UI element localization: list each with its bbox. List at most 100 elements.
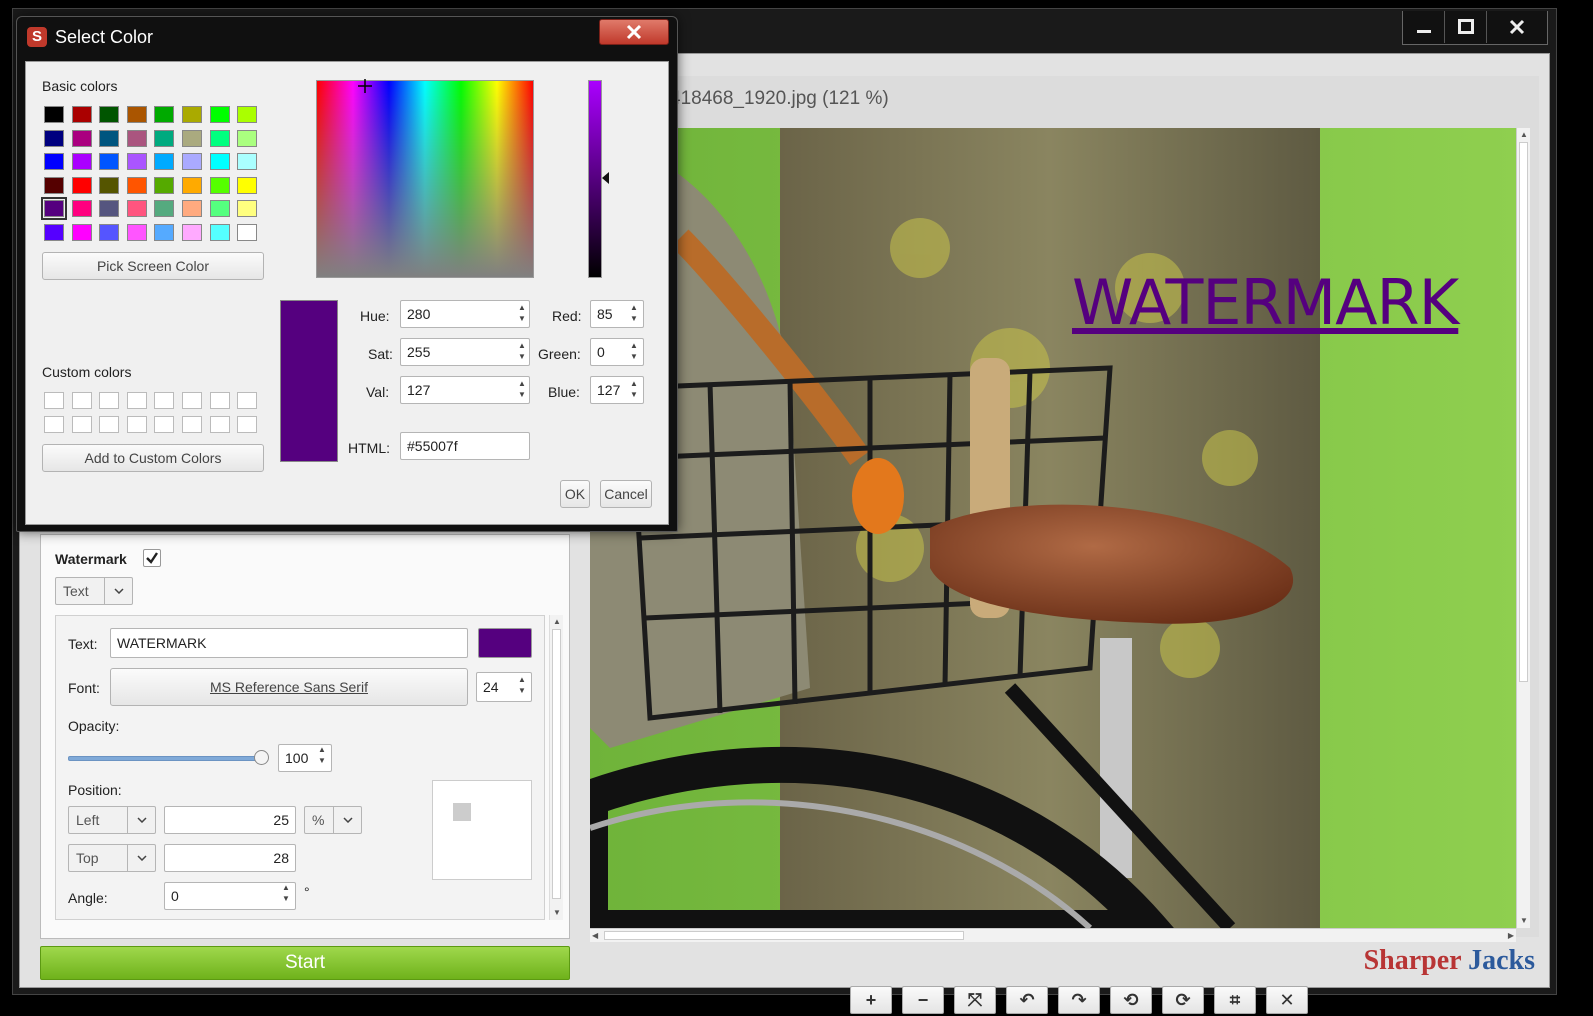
basic-color-swatch[interactable] [209, 176, 230, 194]
opacity-spinner[interactable]: ▲ ▼ [316, 744, 328, 766]
close-window-button[interactable] [1487, 11, 1547, 43]
basic-color-swatch[interactable] [182, 129, 202, 147]
custom-color-slot[interactable] [154, 416, 175, 433]
basic-color-swatch[interactable] [237, 153, 258, 171]
horizontal-scroll-thumb[interactable] [604, 931, 964, 940]
vertical-scroll-thumb[interactable] [1519, 142, 1528, 682]
basic-color-swatch[interactable] [44, 153, 64, 171]
basic-color-swatch[interactable] [126, 176, 147, 194]
minimize-button[interactable] [1403, 11, 1445, 43]
sat-spinner[interactable]: ▲ ▼ [516, 340, 528, 362]
scroll-down-icon[interactable]: ▼ [1520, 916, 1528, 926]
scroll-right-icon[interactable]: ▶ [1508, 931, 1514, 941]
basic-color-swatch[interactable] [41, 197, 67, 221]
basic-color-swatch[interactable] [237, 176, 258, 194]
basic-color-swatch[interactable] [154, 129, 175, 147]
value-pointer-icon[interactable] [602, 172, 610, 184]
zoom-out-button[interactable]: − [902, 986, 944, 1014]
custom-color-slot[interactable] [182, 392, 202, 409]
basic-color-swatch[interactable] [154, 200, 175, 218]
basic-color-swatch[interactable] [44, 129, 64, 147]
basic-color-swatch[interactable] [99, 224, 120, 241]
opacity-slider-track[interactable] [68, 756, 266, 761]
basic-color-swatch[interactable] [182, 106, 202, 123]
basic-color-swatch[interactable] [237, 224, 258, 241]
basic-color-swatch[interactable] [99, 176, 120, 194]
basic-color-swatch[interactable] [209, 153, 230, 171]
undo-button[interactable]: ↶ [1006, 986, 1048, 1014]
panel-scrollbar[interactable]: ▲ ▼ [549, 615, 563, 920]
scroll-up-icon[interactable]: ▲ [1520, 130, 1528, 140]
dialog-close-button[interactable] [599, 19, 669, 45]
basic-color-swatch[interactable] [126, 224, 147, 241]
basic-color-swatch[interactable] [44, 176, 64, 194]
watermark-enable-checkbox[interactable] [143, 549, 161, 567]
basic-color-swatch[interactable] [154, 176, 175, 194]
fit-to-window-button[interactable]: ⤧ [954, 986, 996, 1014]
add-to-custom-colors-button[interactable]: Add to Custom Colors [42, 444, 264, 472]
basic-color-swatch[interactable] [182, 176, 202, 194]
basic-color-swatch[interactable] [71, 106, 92, 123]
redo-button[interactable]: ↷ [1058, 986, 1100, 1014]
hue-input[interactable]: 280 [400, 300, 530, 328]
text-color-button[interactable] [478, 628, 532, 658]
panel-scroll-thumb[interactable] [552, 629, 561, 899]
rotate-right-button[interactable]: ⟳ [1162, 986, 1204, 1014]
vertical-scrollbar[interactable]: ▲ ▼ [1516, 128, 1530, 928]
green-spinner[interactable]: ▲ ▼ [628, 340, 640, 362]
basic-color-swatch[interactable] [99, 129, 120, 147]
basic-color-swatch[interactable] [209, 129, 230, 147]
ok-button[interactable]: OK [560, 480, 590, 508]
scroll-left-icon[interactable]: ◀ [592, 931, 598, 941]
basic-color-swatch[interactable] [99, 200, 120, 218]
basic-color-swatch[interactable] [126, 200, 147, 218]
basic-color-swatch[interactable] [126, 129, 147, 147]
basic-color-swatch[interactable] [209, 200, 230, 218]
maximize-button[interactable] [1445, 11, 1487, 43]
basic-color-swatch[interactable] [237, 129, 258, 147]
crop-button[interactable]: ⌗ [1214, 986, 1256, 1014]
custom-color-slot[interactable] [154, 392, 175, 409]
basic-color-swatch[interactable] [71, 176, 92, 194]
custom-color-slot[interactable] [209, 416, 230, 433]
photo-canvas[interactable]: WATERMARK [590, 128, 1516, 928]
basic-color-swatch[interactable] [209, 106, 230, 123]
basic-color-swatch[interactable] [154, 106, 175, 123]
watermark-text-input[interactable]: WATERMARK [110, 628, 468, 658]
custom-color-slot[interactable] [182, 416, 202, 433]
value-slider[interactable] [588, 80, 602, 278]
horizontal-scrollbar[interactable]: ◀ ▶ [590, 928, 1516, 942]
basic-color-swatch[interactable] [126, 106, 147, 123]
basic-color-swatch[interactable] [99, 153, 120, 171]
custom-color-slot[interactable] [44, 392, 64, 409]
basic-color-swatch[interactable] [71, 153, 92, 171]
basic-color-swatch[interactable] [209, 224, 230, 241]
vertical-offset-input[interactable]: 28 [164, 844, 296, 872]
basic-color-swatch[interactable] [237, 200, 258, 218]
basic-color-swatch[interactable] [44, 106, 64, 123]
custom-color-slot[interactable] [71, 416, 92, 433]
unit-select[interactable]: % [304, 806, 362, 834]
font-picker-button[interactable]: MS Reference Sans Serif [110, 668, 468, 706]
rotate-left-button[interactable]: ⟲ [1110, 986, 1152, 1014]
basic-color-swatch[interactable] [44, 224, 64, 241]
basic-color-swatch[interactable] [71, 224, 92, 241]
hue-saturation-spectrum[interactable] [316, 79, 534, 278]
cancel-button[interactable]: Cancel [600, 480, 652, 508]
blue-spinner[interactable]: ▲ ▼ [628, 378, 640, 400]
font-size-spinner[interactable]: ▲ ▼ [516, 674, 528, 696]
scroll-up-icon[interactable]: ▲ [553, 617, 561, 627]
basic-color-swatch[interactable] [182, 153, 202, 171]
custom-color-slot[interactable] [237, 416, 258, 433]
zoom-in-button[interactable]: + [850, 986, 892, 1014]
opacity-slider-handle[interactable] [254, 750, 269, 765]
custom-color-slot[interactable] [71, 392, 92, 409]
basic-color-swatch[interactable] [71, 129, 92, 147]
basic-color-swatch[interactable] [99, 106, 120, 123]
val-spinner[interactable]: ▲ ▼ [516, 378, 528, 400]
angle-input[interactable]: 0 [164, 882, 296, 910]
custom-color-slot[interactable] [209, 392, 230, 409]
custom-color-slot[interactable] [99, 416, 120, 433]
hue-spinner[interactable]: ▲ ▼ [516, 302, 528, 324]
basic-color-swatch[interactable] [237, 106, 258, 123]
